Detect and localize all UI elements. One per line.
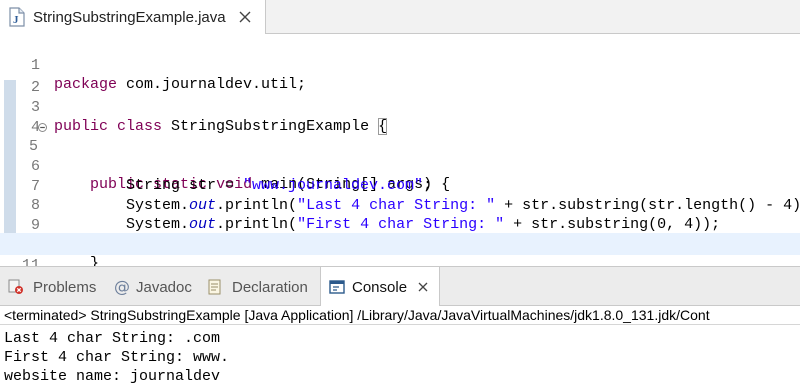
code-line[interactable]: 5 public static void main(String[] args)… <box>0 118 800 193</box>
collapse-icon[interactable] <box>38 123 47 132</box>
console-icon <box>329 280 345 294</box>
editor-tab-label: StringSubstringExample.java <box>33 9 226 26</box>
tab-javadoc-label: Javadoc <box>136 279 192 296</box>
console-process-header: <terminated> StringSubstringExample [Jav… <box>0 306 800 325</box>
code-line[interactable]: 6 String str = "www.journaldev.com"; <box>0 138 800 194</box>
code-line[interactable]: 7 System.out.println("Last 4 char String… <box>0 158 800 214</box>
console-output-line: Last 4 char String: .com <box>4 330 221 347</box>
tab-problems[interactable]: Problems <box>0 267 104 306</box>
svg-text:J: J <box>13 14 19 26</box>
views-tab-bar: Problems @ Javadoc Declaration Console <box>0 266 800 306</box>
code-line[interactable]: 9 System.out.println("website name: " + … <box>0 197 800 253</box>
close-icon[interactable] <box>238 10 252 24</box>
code-line[interactable]: 1 package com.journaldev.util; <box>0 37 800 93</box>
code-line[interactable]: 2 <box>0 59 800 96</box>
code-line[interactable]: 4 <box>0 99 800 136</box>
tab-javadoc[interactable]: @ Javadoc <box>104 267 200 306</box>
code-line[interactable]: 3 public class StringSubstringExample { <box>0 79 800 135</box>
at-sign-icon: @ <box>114 277 130 296</box>
console-view[interactable]: <terminated> StringSubstringExample [Jav… <box>0 306 800 389</box>
java-file-icon: J <box>9 7 25 27</box>
code-line-current[interactable]: 11 } <box>0 233 800 296</box>
tab-declaration-label: Declaration <box>232 279 308 296</box>
tab-problems-label: Problems <box>33 279 97 296</box>
code-editor[interactable]: 1 package com.journaldev.util; 2 3 publi… <box>0 34 800 296</box>
declaration-icon <box>208 279 221 295</box>
problems-icon <box>8 279 23 294</box>
console-output-line: First 4 char String: www. <box>4 349 230 366</box>
code-line[interactable]: 8 System.out.println("First 4 char Strin… <box>0 177 800 233</box>
console-output-line: website name: journaldev <box>4 368 221 385</box>
editor-tab-stringsubstringexample[interactable]: J StringSubstringExample.java <box>0 0 266 34</box>
tab-declaration[interactable]: Declaration <box>200 267 320 306</box>
close-icon[interactable] <box>417 281 429 293</box>
editor-tab-bar: J StringSubstringExample.java <box>0 0 800 34</box>
tab-console-label: Console <box>352 279 408 296</box>
tab-console[interactable]: Console <box>320 267 440 306</box>
